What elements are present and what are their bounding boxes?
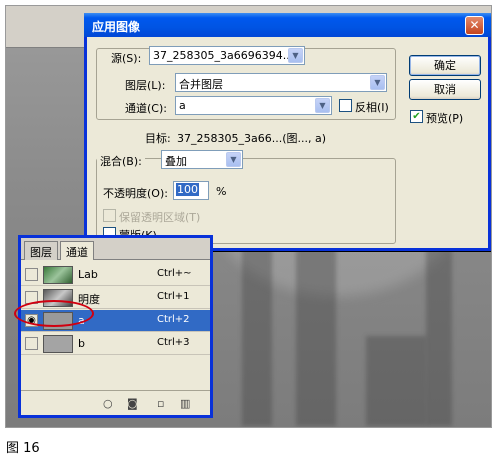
tab-channels-label: 通道 [66,246,88,259]
new-channel-icon[interactable]: ▫ [157,397,164,410]
channel-shortcut: Ctrl+3 [157,337,190,348]
chevron-down-icon: ▼ [315,98,330,113]
blend-mode-select[interactable]: 叠加 ▼ [161,150,243,169]
channel-name: b [78,337,85,350]
source-select[interactable]: 37_258305_3a6696394... ▼ [149,46,305,65]
target-value: 37_258305_3a66...(图..., a) [177,132,327,145]
preview-checkbox[interactable]: ✔ [410,110,423,123]
tab-layers-label: 图层 [30,246,52,259]
source-value: 37_258305_3a6696394... [153,49,294,62]
highlight-ellipse [14,300,94,327]
blend-label: 混合(B): [97,153,145,169]
opacity-unit: % [216,185,227,198]
visibility-toggle[interactable] [25,337,38,350]
opacity-label: 不透明度(O): [103,187,168,200]
layer-select[interactable]: 合并图层 ▼ [175,73,387,92]
channel-label: 通道(C): [125,102,167,115]
opacity-value: 100 [176,183,199,196]
close-icon: ✕ [469,18,480,32]
invert-checkbox[interactable] [339,99,352,112]
dialog-titlebar[interactable]: 应用图像 [84,13,491,37]
channel-shortcut: Ctrl+1 [157,291,190,302]
close-button[interactable]: ✕ [465,16,484,35]
dialog-title: 应用图像 [92,20,141,34]
channel-thumbnail [43,335,73,353]
load-selection-icon[interactable]: ○ [103,397,113,410]
invert-label: 反相(I) [355,101,389,114]
chevron-down-icon: ▼ [288,48,303,63]
preserve-transparency-label: 保留透明区域(T) [119,211,201,224]
channel-thumbnail [43,266,73,284]
photoshop-workspace: 应用图像 ✕ 源(S): 37_258305_3a6696394... ▼ 图层… [5,5,492,428]
channel-row-lab[interactable]: Lab Ctrl+~ [21,264,210,286]
target-label: 目标: [145,132,171,145]
tab-layers[interactable]: 图层 [24,241,58,260]
channel-value: a [179,99,186,112]
save-selection-icon[interactable]: ◙ [127,397,138,410]
chevron-down-icon: ▼ [370,75,385,90]
channel-shortcut: Ctrl+~ [157,268,192,279]
preview-label: 预览(P) [426,112,464,125]
checkmark-icon: ✔ [412,111,421,122]
tab-channels[interactable]: 通道 [60,241,94,260]
channel-select[interactable]: a ▼ [175,96,332,115]
figure-caption: 图 16 [6,441,40,456]
channel-name: Lab [78,268,98,281]
preserve-transparency-checkbox[interactable] [103,209,116,222]
panel-tabs: 图层 通道 [21,238,210,260]
apply-image-dialog: 应用图像 ✕ 源(S): 37_258305_3a6696394... ▼ 图层… [84,13,491,251]
tree-trunk [296,246,336,426]
opacity-input[interactable]: 100 [173,181,209,200]
visibility-toggle[interactable] [25,268,38,281]
tree-trunk [366,336,426,426]
delete-channel-icon[interactable]: ▥ [180,397,190,410]
channel-shortcut: Ctrl+2 [157,314,190,325]
blend-value: 叠加 [165,155,187,168]
channel-row-b[interactable]: b Ctrl+3 [21,333,210,355]
source-label: 源(S): [111,52,142,65]
cancel-button[interactable]: 取消 [409,79,481,100]
layer-label: 图层(L): [125,79,166,92]
cancel-label: 取消 [434,83,456,96]
panel-footer: ○ ◙ ▫ ▥ [21,390,210,415]
ok-label: 确定 [434,59,456,72]
layer-value: 合并图层 [179,78,223,91]
ok-button[interactable]: 确定 [409,55,481,76]
chevron-down-icon: ▼ [226,152,241,167]
